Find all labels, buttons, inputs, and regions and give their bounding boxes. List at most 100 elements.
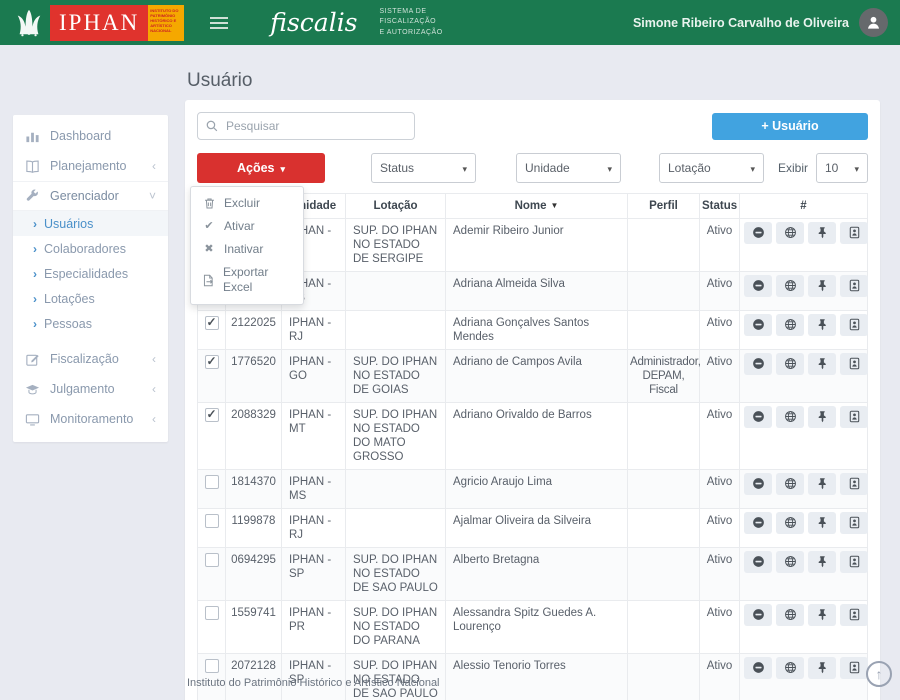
sidebar-item-gerenciador[interactable]: Gerenciador ˅	[13, 181, 168, 211]
col-header-nome[interactable]: Nome	[446, 194, 628, 219]
contact-book-button[interactable]	[840, 406, 868, 428]
contact-book-button[interactable]	[840, 275, 868, 297]
pin-button[interactable]	[808, 222, 836, 244]
sidebar-item-julgamento[interactable]: Julgamento ‹	[13, 374, 168, 404]
globe-button[interactable]	[776, 551, 804, 573]
row-checkbox[interactable]	[205, 514, 219, 528]
row-checkbox[interactable]	[205, 553, 219, 567]
globe-button[interactable]	[776, 604, 804, 626]
contact-book-button[interactable]	[840, 551, 868, 573]
pin-button[interactable]	[808, 275, 836, 297]
globe-button[interactable]	[776, 406, 804, 428]
contact-book-button[interactable]	[840, 353, 868, 375]
sidebar-item-usuarios[interactable]: Usuários	[13, 211, 168, 236]
menu-item-exportar-excel[interactable]: Exportar Excel	[191, 261, 303, 299]
pin-button[interactable]	[808, 406, 836, 428]
globe-button[interactable]	[776, 275, 804, 297]
pin-button[interactable]	[808, 657, 836, 679]
row-actions-cell	[740, 548, 868, 601]
status-filter-select[interactable]: Status	[371, 153, 476, 183]
sidebar-item-dashboard[interactable]: Dashboard	[13, 121, 168, 151]
sidebar-item-fiscalizacao[interactable]: Fiscalização ‹	[13, 344, 168, 374]
ban-button[interactable]	[744, 275, 772, 297]
row-checkbox[interactable]	[205, 408, 219, 422]
scroll-top-button[interactable]: ↑	[866, 661, 892, 687]
globe-button[interactable]	[776, 353, 804, 375]
cell-lotacao: SUP. DO IPHAN NO ESTADO DE GOIAS	[346, 350, 446, 403]
cell-unidade: IPHAN - MT	[282, 403, 346, 470]
contact-book-button[interactable]	[840, 314, 868, 336]
row-checkbox[interactable]	[205, 475, 219, 489]
cell-lotacao: SUP. DO IPHAN NO ESTADO DO PARANA	[346, 601, 446, 654]
row-select-cell	[198, 601, 226, 654]
pin-button[interactable]	[808, 353, 836, 375]
cell-nome: Adriana Almeida Silva	[446, 272, 628, 311]
sidebar-item-lotacoes[interactable]: Lotações	[13, 286, 168, 311]
menu-item-ativar[interactable]: ✔ Ativar	[191, 215, 303, 238]
contact-book-button[interactable]	[840, 473, 868, 495]
sidebar-item-planejamento[interactable]: Planejamento ‹	[13, 151, 168, 181]
globe-button[interactable]	[776, 657, 804, 679]
cell-nome: Agricio Araujo Lima	[446, 470, 628, 509]
search-input[interactable]	[197, 112, 415, 140]
ban-button[interactable]	[744, 512, 772, 534]
ban-button[interactable]	[744, 657, 772, 679]
menu-item-inativar[interactable]: ✖ Inativar	[191, 238, 303, 261]
trash-icon	[202, 197, 216, 210]
row-checkbox[interactable]	[205, 355, 219, 369]
row-checkbox[interactable]	[205, 659, 219, 673]
user-name: Simone Ribeiro Carvalho de Oliveira	[633, 16, 849, 30]
unidade-filter-select[interactable]: Unidade	[516, 153, 621, 183]
col-header-perfil[interactable]: Perfil	[628, 194, 700, 219]
col-header-lotacao[interactable]: Lotação	[346, 194, 446, 219]
user-menu[interactable]: Simone Ribeiro Carvalho de Oliveira	[633, 8, 900, 37]
contact-book-button[interactable]	[840, 512, 868, 534]
menu-item-excluir[interactable]: Excluir	[191, 192, 303, 215]
globe-button[interactable]	[776, 473, 804, 495]
ban-button[interactable]	[744, 473, 772, 495]
globe-button[interactable]	[776, 222, 804, 244]
row-actions-cell	[740, 509, 868, 548]
caret-down-icon	[462, 161, 467, 175]
hamburger-menu-icon[interactable]	[210, 17, 228, 29]
sidebar-item-especialidades[interactable]: Especialidades	[13, 261, 168, 286]
caret-down-icon	[750, 161, 755, 175]
ban-button[interactable]	[744, 222, 772, 244]
globe-button[interactable]	[776, 512, 804, 534]
actions-dropdown-button[interactable]: Ações	[197, 153, 325, 183]
contact-book-button[interactable]	[840, 657, 868, 679]
cell-status: Ativo	[700, 403, 740, 470]
ban-button[interactable]	[744, 406, 772, 428]
ban-button[interactable]	[744, 353, 772, 375]
page-size-select[interactable]: 10	[816, 153, 868, 183]
globe-button[interactable]	[776, 314, 804, 336]
ban-button[interactable]	[744, 551, 772, 573]
row-checkbox[interactable]	[205, 316, 219, 330]
row-actions-cell	[740, 272, 868, 311]
sidebar-item-pessoas[interactable]: Pessoas	[13, 311, 168, 336]
monitor-icon	[25, 412, 41, 427]
pin-button[interactable]	[808, 512, 836, 534]
exibir-label: Exibir	[778, 161, 808, 175]
pin-button[interactable]	[808, 551, 836, 573]
cell-status: Ativo	[700, 509, 740, 548]
ban-button[interactable]	[744, 604, 772, 626]
contact-book-button[interactable]	[840, 604, 868, 626]
user-avatar-icon[interactable]	[859, 8, 888, 37]
sidebar-item-colaboradores[interactable]: Colaboradores	[13, 236, 168, 261]
pin-button[interactable]	[808, 473, 836, 495]
lotacao-filter-select[interactable]: Lotação	[659, 153, 764, 183]
cell-unidade: IPHAN - RJ	[282, 509, 346, 548]
ban-button[interactable]	[744, 314, 772, 336]
cell-status: Ativo	[700, 654, 740, 700]
cell-status: Ativo	[700, 219, 740, 272]
contact-book-button[interactable]	[840, 222, 868, 244]
cell-lotacao: SUP. DO IPHAN NO ESTADO DE SAO PAULO	[346, 548, 446, 601]
sidebar-item-monitoramento[interactable]: Monitoramento ‹	[13, 404, 168, 434]
pin-button[interactable]	[808, 314, 836, 336]
add-user-button[interactable]: + Usuário	[712, 113, 868, 140]
row-checkbox[interactable]	[205, 606, 219, 620]
col-header-status[interactable]: Status	[700, 194, 740, 219]
pin-button[interactable]	[808, 604, 836, 626]
cell-perfil	[628, 654, 700, 700]
